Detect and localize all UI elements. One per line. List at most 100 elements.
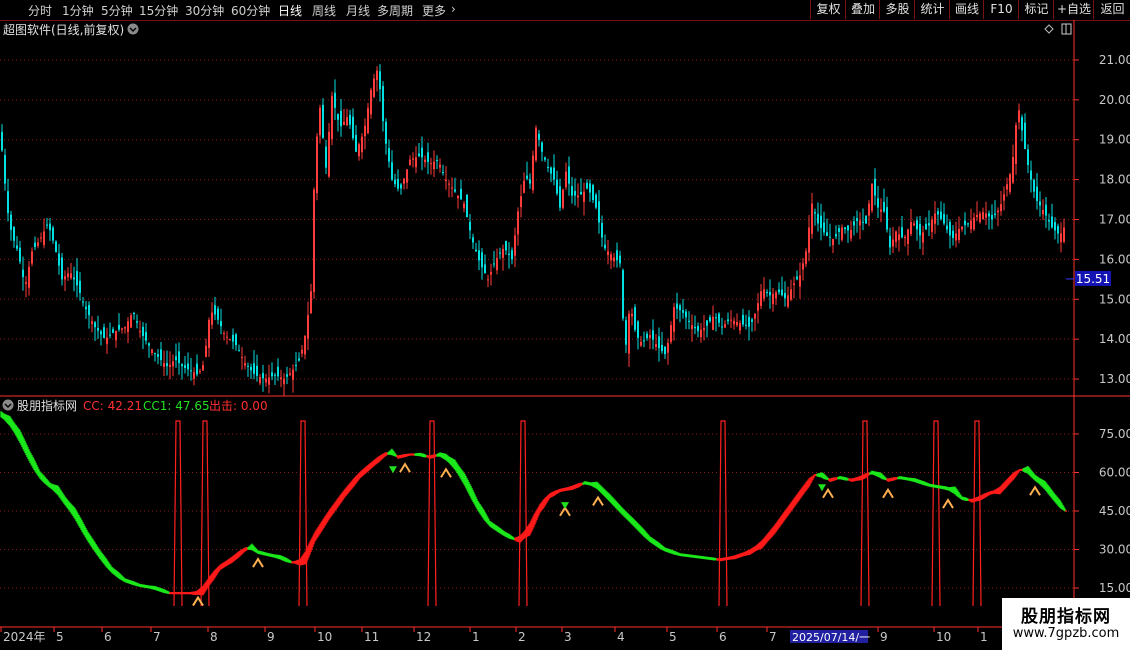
candle-body xyxy=(226,336,228,338)
candle-body xyxy=(10,214,12,230)
candle-body xyxy=(904,236,906,239)
tab-0[interactable]: 分时 xyxy=(28,2,52,19)
candle-body xyxy=(853,221,855,226)
candle-body xyxy=(682,310,684,313)
toolbar-button-0[interactable]: 复权 xyxy=(810,0,846,19)
candle-body xyxy=(685,311,687,318)
price-tick-label: 16.00 xyxy=(1099,252,1130,266)
candle-body xyxy=(982,212,984,220)
candle-body xyxy=(865,215,867,224)
candle-body xyxy=(400,184,402,189)
candle-body xyxy=(724,324,726,328)
chevron-down-icon[interactable] xyxy=(127,23,139,35)
candle-body xyxy=(451,187,453,189)
candle-body xyxy=(79,280,81,294)
candle-body xyxy=(262,373,264,379)
candle-body xyxy=(934,213,936,224)
candle-body xyxy=(985,213,987,218)
candle-body xyxy=(733,320,735,325)
signal-spike xyxy=(860,420,870,606)
candle-body xyxy=(430,163,432,165)
candle-body xyxy=(766,291,768,293)
candle-body xyxy=(199,371,201,373)
candle-body xyxy=(850,229,852,239)
candle-body xyxy=(1051,216,1053,228)
candle-body xyxy=(610,254,612,261)
candle-body xyxy=(28,266,30,288)
candle-body xyxy=(268,377,270,385)
chevron-down-icon[interactable] xyxy=(2,399,14,411)
candle-body xyxy=(487,279,489,281)
candle-body xyxy=(193,372,195,379)
candle-body xyxy=(646,333,648,339)
toolbar-button-8[interactable]: 返回 xyxy=(1093,0,1130,19)
main-chart-title: 超图软件(日线,前复权) xyxy=(3,22,124,37)
candle-body xyxy=(742,314,744,325)
candle-body xyxy=(730,319,732,321)
current-price-label: 15.51 xyxy=(1076,272,1110,286)
candle-body xyxy=(49,223,51,231)
tab-8[interactable]: 月线 xyxy=(346,2,370,19)
candle-body xyxy=(196,363,198,375)
toolbar-button-4[interactable]: 画线 xyxy=(949,0,984,19)
candle-body xyxy=(781,289,783,296)
candle-body xyxy=(208,319,210,348)
candle-body xyxy=(979,213,981,223)
candle-body xyxy=(616,250,618,261)
tab-4[interactable]: 30分钟 xyxy=(185,2,224,19)
candle-body xyxy=(619,255,621,264)
time-label: 4 xyxy=(617,630,625,644)
candle-body xyxy=(43,231,45,245)
candle-body xyxy=(748,316,750,327)
tab-7[interactable]: 周线 xyxy=(312,2,336,19)
candle-body xyxy=(1036,186,1038,202)
candle-body xyxy=(220,321,222,327)
candle-body xyxy=(829,236,831,238)
candle-body xyxy=(661,344,663,352)
toolbar-button-5[interactable]: F10 xyxy=(983,0,1019,19)
toolbar-button-2[interactable]: 多股 xyxy=(879,0,915,19)
candle-body xyxy=(100,331,102,335)
candle-body xyxy=(154,353,156,355)
diamond-icon[interactable] xyxy=(1044,24,1054,34)
chevron-right-icon[interactable]: › xyxy=(451,2,456,16)
candle-body xyxy=(721,326,723,328)
candle-body xyxy=(976,215,978,218)
candle-body xyxy=(643,340,645,342)
candle-body xyxy=(205,345,207,357)
toolbar-button-7[interactable]: +自选 xyxy=(1053,0,1094,19)
toolbar-button-1[interactable]: 叠加 xyxy=(845,0,880,19)
candle-body xyxy=(460,188,462,200)
candle-body xyxy=(409,159,411,166)
candle-body xyxy=(628,313,630,354)
candle-body xyxy=(412,158,414,160)
tab-6[interactable]: 日线 xyxy=(278,2,302,19)
toolbar: 分时 1分钟 5分钟 15分钟 30分钟 60分钟 日线 周线 月线 多周期 更多 › 复权 叠加 多股 统计… xyxy=(0,0,1130,21)
candle-body xyxy=(238,350,240,352)
cursor-date-label: 2025/07/14/一 xyxy=(792,631,870,644)
time-label: 3 xyxy=(564,630,572,644)
down-arrow-marker xyxy=(561,502,569,510)
candle-body xyxy=(652,330,654,340)
tab-9[interactable]: 多周期 xyxy=(377,2,413,19)
time-label: 12 xyxy=(416,630,431,644)
candle-body xyxy=(1,131,3,151)
candle-body xyxy=(1015,125,1017,165)
candle-body xyxy=(535,127,537,161)
tab-10[interactable]: 更多 xyxy=(422,2,446,19)
candle-body xyxy=(7,191,9,214)
time-label: 1 xyxy=(472,630,480,644)
tab-3[interactable]: 15分钟 xyxy=(139,2,178,19)
candle-body xyxy=(292,369,294,380)
indicator-tick-label: 60.00 xyxy=(1099,466,1130,480)
tab-1[interactable]: 1分钟 xyxy=(62,2,94,19)
signal-marker xyxy=(592,495,604,506)
candle-body xyxy=(655,344,657,347)
tab-5[interactable]: 60分钟 xyxy=(231,2,270,19)
toolbar-button-3[interactable]: 统计 xyxy=(914,0,950,19)
candle-body xyxy=(130,315,132,328)
tab-2[interactable]: 5分钟 xyxy=(101,2,133,19)
candle-body xyxy=(214,305,216,315)
candle-body xyxy=(943,214,945,224)
toolbar-button-6[interactable]: 标记 xyxy=(1018,0,1054,19)
